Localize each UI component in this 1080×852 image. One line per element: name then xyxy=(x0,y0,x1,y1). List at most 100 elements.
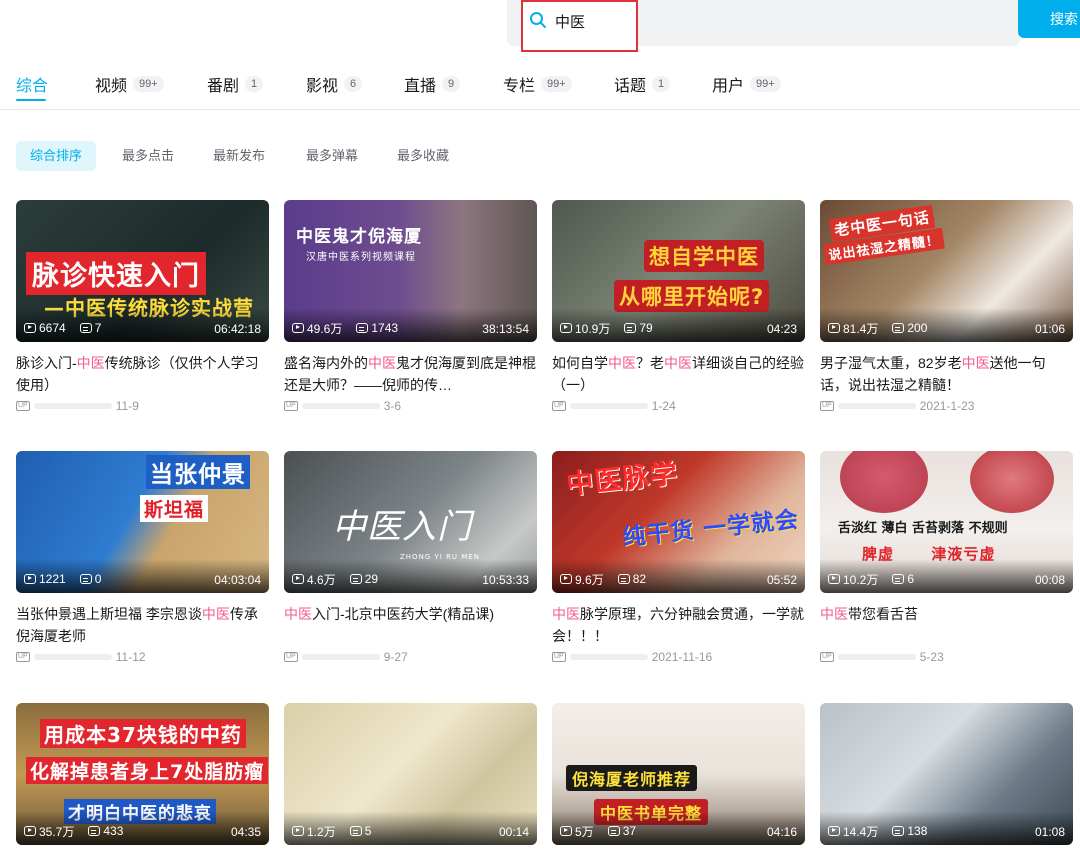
title-text: 如何自学 xyxy=(552,355,608,371)
view-count: 6674 xyxy=(39,321,66,335)
upload-date: 11-9 xyxy=(115,399,139,413)
upload-date: 3-6 xyxy=(383,399,402,413)
tab-label: 话题 xyxy=(614,78,647,95)
view-count: 4.6万 xyxy=(307,572,336,587)
danmaku-count-icon xyxy=(892,323,905,333)
tab-live[interactable]: 直播 9 xyxy=(404,70,461,98)
video-title[interactable]: 如何自学中医？老中医详细谈自己的经验（一） xyxy=(552,352,805,396)
video-duration: 06:42:18 xyxy=(214,322,261,336)
title-keyword-highlight: 中医 xyxy=(608,355,636,371)
search-button[interactable]: 搜索 xyxy=(1018,0,1080,38)
tab-user[interactable]: 用户 99+ xyxy=(712,70,781,98)
video-meta: UP 2021-11-16 xyxy=(552,649,805,665)
video-title[interactable]: 中医脉学原理，六分钟融会贯通，一学就会！！！ xyxy=(552,603,805,647)
uploader-name-blurred xyxy=(837,403,916,409)
danmaku-count: 7 xyxy=(94,321,102,335)
danmaku-count-icon xyxy=(79,323,92,333)
video-title[interactable]: 中医带您看舌苔 xyxy=(820,603,1073,647)
video-duration: 00:08 xyxy=(1034,573,1065,587)
sort-newest[interactable]: 最新发布 xyxy=(213,141,265,171)
video-duration: 04:16 xyxy=(766,825,797,839)
video-thumbnail[interactable]: 老中医一句话 说出祛湿之精髓！ 81.4万 200 01:06 xyxy=(820,200,1073,342)
video-card[interactable]: 用成本37块钱的中药 化解掉患者身上7处脂肪瘤 才明白中医的悲哀 35.7万 4… xyxy=(16,703,269,845)
video-card[interactable]: 老中医一句话 说出祛湿之精髓！ 81.4万 200 01:06 男子湿气太重，8… xyxy=(820,200,1073,414)
uploader-name-blurred xyxy=(569,403,648,409)
video-title[interactable]: 盛名海内外的中医鬼才倪海厦到底是神棍还是大师？——倪师的传… xyxy=(284,352,537,396)
tab-video[interactable]: 视频 99+ xyxy=(95,70,164,98)
danmaku-count-icon xyxy=(892,574,905,584)
video-card[interactable]: 当张仲景 斯坦福 1221 0 04:03:04 当张仲景遇上斯坦福 李宗恩谈中… xyxy=(16,451,269,665)
search-icon xyxy=(530,12,546,28)
video-meta: UP 5-23 xyxy=(820,649,1073,665)
video-thumbnail[interactable]: 用成本37块钱的中药 化解掉患者身上7处脂肪瘤 才明白中医的悲哀 35.7万 4… xyxy=(16,703,269,845)
title-text: 带您看舌苔 xyxy=(848,606,918,622)
video-meta: UP 11-9 xyxy=(16,398,269,414)
video-stats: 14.4万 138 xyxy=(828,823,927,839)
video-card[interactable]: 中医脉学 纯干货 一学就会 9.6万 82 05:52 中医脉学原理，六分钟融会… xyxy=(552,451,805,665)
title-text: 脉诊入门- xyxy=(16,355,77,371)
thumbnail-caption: 纯干货 一学就会 xyxy=(621,506,801,552)
video-thumbnail[interactable]: 舌淡红 薄白 舌苔剥落 不规则 脾虚 津液亏虚 10.2万 6 00:08 xyxy=(820,451,1073,593)
upload-date: 2021-1-23 xyxy=(919,399,975,413)
video-duration: 01:06 xyxy=(1034,322,1065,336)
tab-film[interactable]: 影视 6 xyxy=(306,70,363,98)
tab-count-badge: 99+ xyxy=(541,76,572,92)
video-thumbnail[interactable]: 1.2万 5 00:14 xyxy=(284,703,537,845)
video-card[interactable]: 舌淡红 薄白 舌苔剥落 不规则 脾虚 津液亏虚 10.2万 6 00:08 中医… xyxy=(820,451,1073,665)
video-card[interactable]: 倪海厦老师推荐 中医书单完整 5万 37 04:16 xyxy=(552,703,805,845)
danmaku-count: 79 xyxy=(639,321,653,335)
sort-most-clicks[interactable]: 最多点击 xyxy=(122,141,174,171)
video-thumbnail[interactable]: 14.4万 138 01:08 xyxy=(820,703,1073,845)
thumbnail-caption: 中医脉学 xyxy=(565,458,680,501)
video-thumbnail[interactable]: 中医鬼才倪海厦 汉唐中医系列视频课程 49.6万 1743 38:13:54 xyxy=(284,200,537,342)
video-thumbnail[interactable]: 想自学中医 从哪里开始呢? 10.9万 79 04:23 xyxy=(552,200,805,342)
video-card[interactable]: 1.2万 5 00:14 xyxy=(284,703,537,845)
upload-date: 5-23 xyxy=(919,650,944,664)
thumbnail-caption: 脉诊快速入门 xyxy=(26,252,206,295)
tab-article[interactable]: 专栏 99+ xyxy=(503,70,572,98)
video-title[interactable]: 脉诊入门-中医传统脉诊（仅供个人学习使用） xyxy=(16,352,269,396)
video-title[interactable]: 当张仲景遇上斯坦福 李宗恩谈中医传承倪海厦老师 xyxy=(16,603,269,647)
video-thumbnail[interactable]: 中医入门 ZHONG YI RU MEN 4.6万 29 10:53:33 xyxy=(284,451,537,593)
sort-most-danmaku[interactable]: 最多弹幕 xyxy=(306,141,358,171)
video-title[interactable]: 男子湿气太重，82岁老中医送他一句话，说出祛湿之精髓！ xyxy=(820,352,1073,396)
thumbnail-caption: 倪海厦老师推荐 xyxy=(566,765,698,791)
search-type-tabs: 综合 视频 99+ 番剧 1 影视 6 直播 9 专栏 99+ 话题 1 用户 99+ xyxy=(16,70,1080,101)
tab-bangumi[interactable]: 番剧 1 xyxy=(207,70,264,98)
video-card[interactable]: 14.4万 138 01:08 xyxy=(820,703,1073,845)
video-title[interactable]: 中医入门-北京中医药大学(精品课) xyxy=(284,603,537,647)
uploader-icon: UP xyxy=(16,401,30,411)
title-keyword-highlight: 中医 xyxy=(201,606,230,622)
sort-most-favorites[interactable]: 最多收藏 xyxy=(397,141,449,171)
danmaku-count-icon xyxy=(79,574,92,584)
video-thumbnail[interactable]: 脉诊快速入门 —中医传统脉诊实战营 6674 7 06:42:18 xyxy=(16,200,269,342)
video-card[interactable]: 想自学中医 从哪里开始呢? 10.9万 79 04:23 如何自学中医？老中医详… xyxy=(552,200,805,414)
view-count: 1221 xyxy=(39,572,66,586)
tab-label: 视频 xyxy=(95,78,128,95)
danmaku-count-icon xyxy=(349,574,362,584)
video-card[interactable]: 脉诊快速入门 —中医传统脉诊实战营 6674 7 06:42:18 脉诊入门-中… xyxy=(16,200,269,414)
tab-all[interactable]: 综合 xyxy=(16,70,48,98)
video-thumbnail[interactable]: 当张仲景 斯坦福 1221 0 04:03:04 xyxy=(16,451,269,593)
video-card[interactable]: 中医入门 ZHONG YI RU MEN 4.6万 29 10:53:33 中医… xyxy=(284,451,537,665)
title-text: 当张仲景遇上斯坦福 李宗恩谈 xyxy=(16,606,202,622)
video-thumbnail[interactable]: 倪海厦老师推荐 中医书单完整 5万 37 04:16 xyxy=(552,703,805,845)
tab-label: 综合 xyxy=(16,78,49,95)
video-card[interactable]: 中医鬼才倪海厦 汉唐中医系列视频课程 49.6万 1743 38:13:54 盛… xyxy=(284,200,537,414)
video-duration: 38:13:54 xyxy=(482,322,529,336)
tab-topic[interactable]: 话题 1 xyxy=(614,70,671,98)
video-stats: 6674 7 xyxy=(24,320,101,336)
uploader-icon: UP xyxy=(820,652,834,662)
video-duration: 10:53:33 xyxy=(482,573,529,587)
title-keyword-highlight: 中医 xyxy=(961,355,990,371)
video-stats: 1.2万 5 xyxy=(292,823,371,839)
video-thumbnail[interactable]: 中医脉学 纯干货 一学就会 9.6万 82 05:52 xyxy=(552,451,805,593)
danmaku-count: 6 xyxy=(907,572,915,586)
video-duration: 00:14 xyxy=(498,825,529,839)
search-input[interactable] xyxy=(555,9,815,33)
danmaku-count: 138 xyxy=(907,824,928,838)
upload-date: 9-27 xyxy=(383,650,408,664)
sort-default[interactable]: 综合排序 xyxy=(16,141,97,171)
video-meta: UP 1-24 xyxy=(552,398,805,414)
search-box[interactable] xyxy=(507,0,1020,52)
